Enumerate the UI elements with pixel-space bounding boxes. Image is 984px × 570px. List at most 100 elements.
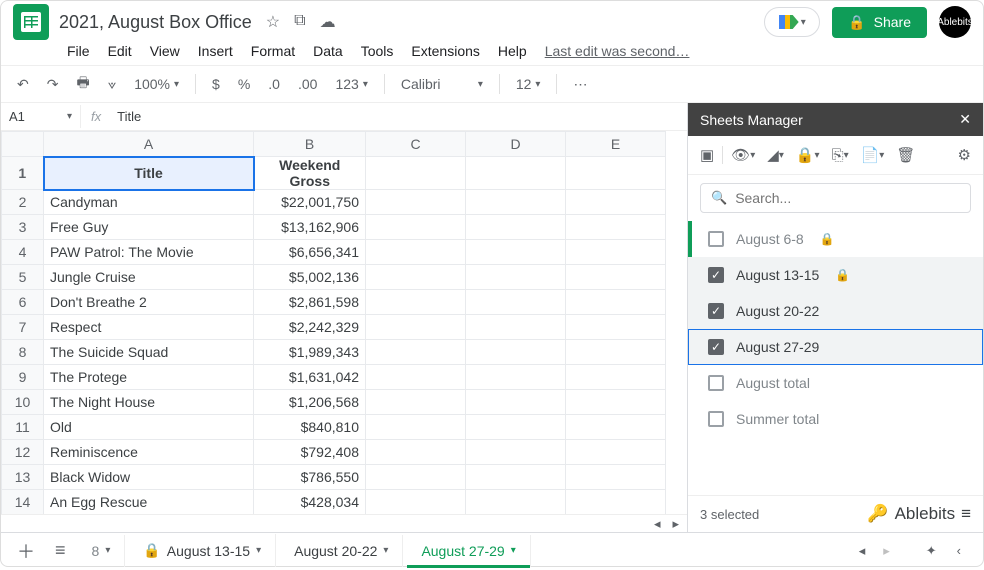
cell[interactable]: An Egg Rescue (44, 490, 254, 515)
move-icon[interactable]: 📄▾ (857, 142, 889, 168)
cell[interactable] (566, 490, 666, 515)
zoom-select[interactable]: 100% ▾ (130, 72, 183, 96)
add-sheet-button[interactable]: ＋ (9, 532, 43, 570)
cloud-icon[interactable]: ☁ (320, 12, 336, 32)
col-header[interactable]: B (254, 132, 366, 157)
cell[interactable] (466, 365, 566, 390)
more-toolbar-icon[interactable]: ⋯ (569, 72, 591, 97)
cell[interactable] (366, 440, 466, 465)
cell[interactable] (466, 190, 566, 215)
cell[interactable]: The Protege (44, 365, 254, 390)
tab-aug-13-15[interactable]: 🔒August 13-15 ▾ (129, 534, 276, 567)
cell[interactable]: $840,810 (254, 415, 366, 440)
cell[interactable] (566, 190, 666, 215)
cell[interactable]: $5,002,136 (254, 265, 366, 290)
cell[interactable]: $1,206,568 (254, 390, 366, 415)
color-icon[interactable]: ◢▾ (763, 142, 788, 168)
cell[interactable] (366, 465, 466, 490)
redo-icon[interactable]: ↷ (43, 72, 63, 97)
cell[interactable] (366, 240, 466, 265)
percent-icon[interactable]: % (234, 72, 254, 96)
cell[interactable] (566, 440, 666, 465)
name-box[interactable]: A1▾ (1, 105, 81, 128)
cell[interactable]: Jungle Cruise (44, 265, 254, 290)
scroll-left-icon[interactable]: ◂ (654, 516, 661, 532)
cell[interactable] (566, 340, 666, 365)
cell[interactable] (566, 315, 666, 340)
cell[interactable]: $792,408 (254, 440, 366, 465)
formula-bar[interactable]: Title (111, 105, 687, 128)
cell[interactable]: $428,034 (254, 490, 366, 515)
col-header[interactable]: C (366, 132, 466, 157)
cell[interactable] (366, 415, 466, 440)
font-size-select[interactable]: 12 ▾ (512, 72, 545, 96)
menu-help[interactable]: Help (490, 39, 535, 63)
cell[interactable] (366, 265, 466, 290)
cell[interactable]: $786,550 (254, 465, 366, 490)
row-header[interactable]: 9 (2, 365, 44, 390)
cell[interactable] (466, 465, 566, 490)
explore-icon[interactable]: ✦ (926, 543, 937, 559)
cell[interactable]: PAW Patrol: The Movie (44, 240, 254, 265)
cell[interactable]: Weekend Gross (254, 157, 366, 190)
copy-icon[interactable]: ⎘▾ (828, 143, 853, 168)
sheets-logo[interactable] (13, 4, 49, 40)
cell[interactable] (566, 240, 666, 265)
row-header[interactable]: 14 (2, 490, 44, 515)
settings-icon[interactable]: ⚙ (954, 142, 975, 168)
share-button[interactable]: 🔒 Share (832, 7, 927, 38)
menu-icon[interactable]: ≡ (961, 504, 971, 524)
cell[interactable] (466, 340, 566, 365)
side-panel-toggle-icon[interactable]: ‹ (957, 543, 961, 558)
cell[interactable] (466, 415, 566, 440)
sheet-item[interactable]: ✓August 13-15🔒 (688, 257, 983, 293)
menu-tools[interactable]: Tools (353, 39, 402, 63)
checkbox-icon[interactable]: ✓ (708, 339, 724, 355)
menu-insert[interactable]: Insert (190, 39, 241, 63)
cell[interactable] (366, 315, 466, 340)
font-select[interactable]: Calibri▾ (397, 72, 487, 96)
avatar[interactable]: Ablebits (939, 6, 971, 38)
cell[interactable]: Title (44, 157, 254, 190)
number-format-select[interactable]: 123 ▾ (331, 72, 371, 96)
cell[interactable]: Reminiscence (44, 440, 254, 465)
select-all-icon[interactable]: ▣ (696, 142, 718, 168)
ablebits-brand[interactable]: Ablebits (895, 504, 955, 524)
decrease-decimal-icon[interactable]: .0 (264, 72, 284, 96)
row-header[interactable]: 12 (2, 440, 44, 465)
menu-format[interactable]: Format (243, 39, 303, 63)
cell[interactable]: The Night House (44, 390, 254, 415)
cell[interactable]: Old (44, 415, 254, 440)
star-icon[interactable]: ☆ (266, 12, 280, 32)
sheet-item[interactable]: August total (688, 365, 983, 401)
currency-icon[interactable]: $ (208, 72, 224, 96)
row-header[interactable]: 7 (2, 315, 44, 340)
lock-icon[interactable]: 🔒▾ (792, 142, 824, 168)
row-header[interactable]: 3 (2, 215, 44, 240)
cell[interactable] (466, 490, 566, 515)
col-header[interactable]: A (44, 132, 254, 157)
cell[interactable]: $2,242,329 (254, 315, 366, 340)
cell[interactable] (366, 157, 466, 190)
doc-title[interactable]: 2021, August Box Office (59, 12, 252, 33)
cell[interactable]: Black Widow (44, 465, 254, 490)
cell[interactable] (466, 315, 566, 340)
move-icon[interactable]: ⧉ (294, 12, 305, 32)
cell[interactable] (366, 365, 466, 390)
cell[interactable]: Respect (44, 315, 254, 340)
cell[interactable]: $1,989,343 (254, 340, 366, 365)
row-header[interactable]: 4 (2, 240, 44, 265)
cell[interactable] (466, 240, 566, 265)
row-header[interactable]: 6 (2, 290, 44, 315)
checkbox-icon[interactable] (708, 231, 724, 247)
col-header[interactable]: D (466, 132, 566, 157)
undo-icon[interactable]: ↶ (13, 72, 33, 97)
checkbox-icon[interactable]: ✓ (708, 303, 724, 319)
cell[interactable] (366, 490, 466, 515)
cell[interactable] (466, 290, 566, 315)
increase-decimal-icon[interactable]: .00 (294, 72, 321, 96)
menu-data[interactable]: Data (305, 39, 351, 63)
row-header[interactable]: 10 (2, 390, 44, 415)
delete-icon[interactable]: 🗑 (892, 142, 919, 168)
spreadsheet-grid[interactable]: A B C D E 1TitleWeekend Gross2Candyman$2… (1, 131, 666, 514)
